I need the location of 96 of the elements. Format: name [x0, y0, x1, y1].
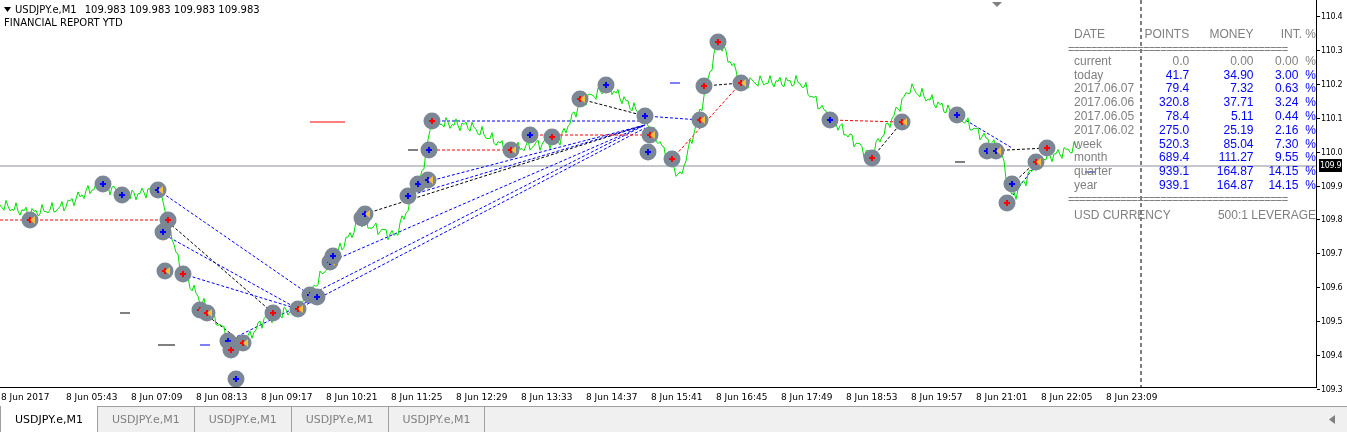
- period-label: 2017.06.02: [1073, 123, 1136, 138]
- time-label: 8 Jun 08:13: [195, 392, 249, 402]
- points-value: 939.1: [1158, 178, 1190, 193]
- price-label: 110.1: [1317, 111, 1343, 125]
- points-value: 275.0: [1158, 123, 1190, 138]
- points-value: 0.0: [1171, 54, 1190, 69]
- percent-value: 2.16: [1274, 123, 1299, 138]
- percent-sign: %: [1304, 151, 1316, 166]
- percent-value: 9.55: [1274, 151, 1299, 166]
- column-header: INT. %: [1279, 28, 1316, 42]
- percent-value: 7.30: [1274, 137, 1299, 152]
- price-label: 109.5: [1317, 315, 1343, 329]
- points-value: 79.4: [1164, 82, 1190, 97]
- column-header: DATE: [1073, 28, 1107, 42]
- price-label: 110.0: [1317, 145, 1343, 159]
- price-label: 109.4: [1317, 349, 1343, 362]
- time-label: 8 Jun 15:41: [650, 392, 704, 402]
- chart-tab[interactable]: USDJPY.e,M1: [0, 406, 98, 432]
- separator-line: ======================================: [1068, 192, 1289, 205]
- quote-values: 109.983 109.983 109.983 109.983: [84, 3, 260, 16]
- points-value: 520.3: [1158, 137, 1190, 152]
- percent-value: 14.15: [1267, 165, 1299, 179]
- money-value: 5.11: [1230, 110, 1254, 124]
- time-label: 8 Jun 07:09: [130, 392, 184, 402]
- time-label: 8 Jun 10:21: [325, 392, 379, 402]
- money-value: 25.19: [1222, 123, 1254, 138]
- percent-sign: %: [1304, 137, 1316, 152]
- time-label: 8 Jun 18:53: [845, 392, 899, 402]
- money-value: 7.32: [1229, 82, 1254, 97]
- money-value: 34.90: [1222, 68, 1254, 83]
- points-value: 41.7: [1164, 68, 1190, 83]
- time-label: 8 Jun 16:45: [715, 392, 769, 402]
- percent-sign: %: [1304, 82, 1316, 97]
- percent-sign: %: [1304, 123, 1316, 138]
- period-label: year: [1073, 178, 1098, 193]
- money-value: 164.87: [1215, 178, 1254, 193]
- price-label: 110.2: [1317, 77, 1343, 91]
- price-label: 110.4: [1317, 10, 1343, 23]
- money-value: 164.87: [1215, 165, 1254, 179]
- percent-value: 14.15: [1267, 178, 1299, 193]
- period-label: quarter: [1073, 165, 1114, 179]
- time-label: 8 Jun 13:33: [520, 392, 574, 402]
- symbol-label: USDJPY.e,M1: [15, 3, 77, 16]
- time-label: 8 Jun 22:05: [1040, 392, 1094, 402]
- period-label: week: [1073, 137, 1103, 152]
- price-label: 109.8: [1317, 213, 1343, 227]
- time-label: 8 Jun 14:37: [585, 392, 639, 402]
- period-label: today: [1073, 68, 1105, 83]
- separator-line: ======================================: [1068, 42, 1289, 55]
- price-label: 109.3: [1317, 382, 1343, 396]
- money-value: 111.27: [1217, 151, 1254, 166]
- points-value: 689.4: [1158, 151, 1190, 166]
- time-label: 8 Jun 19:57: [910, 392, 964, 402]
- period-label: 2017.06.07: [1073, 82, 1136, 97]
- period-label: 2017.06.05: [1073, 110, 1136, 124]
- percent-value: 0.63: [1274, 82, 1299, 97]
- money-value: 0.00: [1229, 54, 1254, 69]
- leverage-label: 500:1 LEVERAGE: [1217, 208, 1316, 223]
- percent-sign: %: [1304, 178, 1316, 193]
- points-value: 78.4: [1164, 110, 1190, 124]
- price-label: 109.9: [1317, 179, 1343, 193]
- time-label: 8 Jun 2017: [0, 392, 51, 402]
- column-header: POINTS: [1143, 28, 1190, 42]
- percent-value: 3.24: [1274, 96, 1299, 110]
- price-label: 109.7: [1317, 247, 1343, 261]
- time-label: 8 Jun 12:29: [455, 392, 509, 402]
- time-label: 8 Jun 11:25: [390, 392, 444, 402]
- time-label: 8 Jun 17:49: [780, 392, 834, 402]
- period-label: current: [1073, 54, 1113, 69]
- percent-value: 0.44: [1274, 110, 1299, 124]
- percent-value: 0.00: [1274, 54, 1299, 69]
- time-label: 8 Jun 09:17: [260, 392, 314, 402]
- points-value: 320.8: [1158, 96, 1190, 110]
- percent-sign: %: [1304, 68, 1316, 83]
- report-title: FINANCIAL REPORT YTD: [4, 16, 124, 29]
- currency-label: USD CURRENCY: [1074, 208, 1171, 223]
- period-label: month: [1073, 151, 1109, 166]
- time-label: 8 Jun 21:01: [975, 392, 1029, 402]
- shift-marker-icon: [992, 2, 1002, 7]
- percent-sign: %: [1304, 96, 1316, 110]
- price-label: 110.3: [1317, 43, 1343, 57]
- current-price-label: 109.9: [1319, 159, 1343, 172]
- percent-sign: %: [1304, 54, 1316, 69]
- time-label: 8 Jun 05:43: [65, 392, 119, 402]
- column-header: MONEY: [1208, 28, 1254, 42]
- scroll-left-icon[interactable]: [1329, 415, 1335, 424]
- dropdown-icon[interactable]: [4, 7, 11, 12]
- money-value: 37.71: [1222, 96, 1254, 110]
- points-value: 939.1: [1158, 165, 1190, 179]
- percent-value: 3.00: [1274, 68, 1299, 83]
- price-label: 109.6: [1317, 281, 1343, 295]
- time-label: 8 Jun 23:09: [1105, 392, 1159, 402]
- percent-sign: %: [1304, 165, 1316, 179]
- money-value: 85.04: [1222, 137, 1254, 152]
- percent-sign: %: [1304, 110, 1316, 124]
- period-label: 2017.06.06: [1073, 96, 1136, 110]
